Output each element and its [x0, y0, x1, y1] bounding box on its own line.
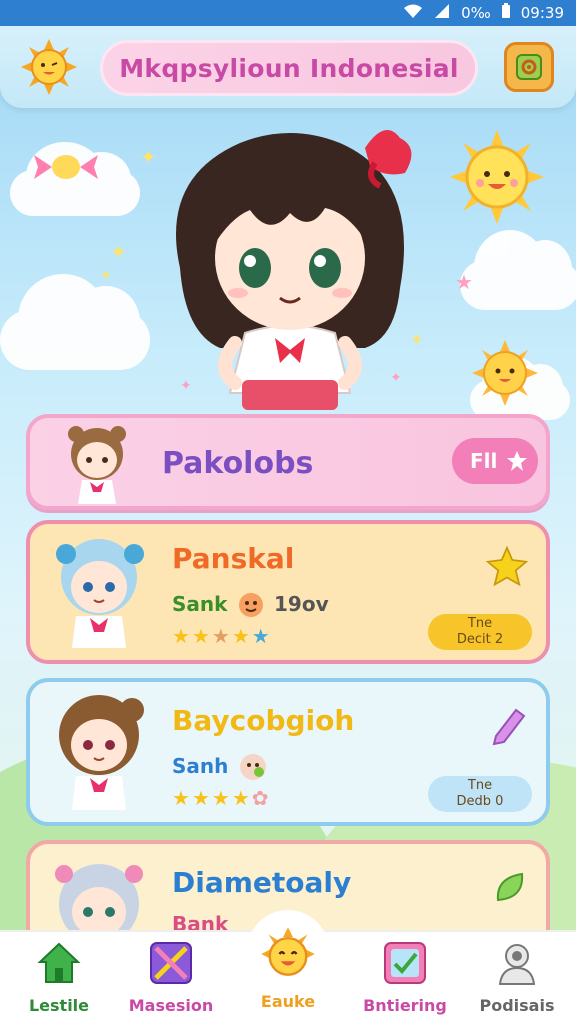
nav-item[interactable]: Lestile — [4, 940, 114, 1020]
face-icon — [240, 754, 266, 780]
wifi-icon — [403, 3, 423, 23]
nav-item[interactable]: Bntiering — [350, 940, 460, 1020]
status-badge: Tne Dedb 0 — [428, 776, 532, 812]
character-card[interactable]: Panskal Sank 19ov ★ ★ ★ ★ ★ Tne Decit 2 — [26, 520, 550, 664]
clock-time: 09:39 — [520, 4, 564, 22]
home-icon — [37, 942, 81, 983]
nav-label: Eauke — [260, 992, 316, 1011]
nav-label: Lestile — [28, 996, 90, 1015]
badge-line2: Dedb 0 — [456, 794, 504, 809]
star-icon: ✿ — [251, 786, 269, 810]
star-icon: ★ — [251, 624, 270, 648]
bottom-navigation: Lestile Masesion Eauke Bntiering Podisai… — [0, 910, 576, 1024]
badge-line1: Tne — [467, 778, 493, 793]
nav-item[interactable]: Masesion — [116, 940, 226, 1020]
featured-card[interactable]: Pakolobs Fll — [26, 414, 550, 510]
nav-item[interactable]: Eauke — [233, 927, 343, 1020]
sun-logo-icon[interactable] — [20, 38, 78, 96]
star-icon: ★ — [191, 624, 210, 648]
star-icon: ★ — [172, 624, 190, 648]
character-card[interactable]: Baycobgioh Sanh ★ ★ ★ ★ ✿ Tne Dedb 0 — [26, 678, 550, 826]
pencil-icon[interactable] — [486, 702, 530, 746]
star-icon — [507, 451, 528, 471]
face-icon — [239, 593, 263, 617]
featured-fill-button[interactable]: Fll — [452, 438, 538, 484]
nav-label: Podisais — [479, 996, 555, 1015]
profile-icon — [498, 944, 536, 985]
star-icon: ★ — [231, 624, 250, 648]
app-header: Mkqpsylioun Indonesial — [0, 26, 576, 108]
rating-stars: ★ ★ ★ ★ ★ — [172, 624, 270, 648]
card-subtitle: Sanh — [172, 754, 229, 778]
app-title: Mkqpsylioun Indonesial — [100, 40, 478, 96]
star-icon: ★ — [191, 786, 210, 810]
status-bar: 0‰ 09:39 — [0, 0, 576, 26]
card-name: Diametoaly — [172, 866, 352, 899]
status-badge: Tne Decit 2 — [428, 614, 532, 650]
hero-character-illustration — [176, 130, 412, 410]
featured-name: Pakolobs — [162, 446, 314, 481]
signal-icon — [433, 3, 451, 23]
star-icon: ★ — [211, 624, 230, 648]
star-icon: ★ — [231, 786, 250, 810]
battery-text: 0‰ — [461, 4, 491, 22]
character-avatar — [56, 539, 144, 648]
star-icon: ★ — [211, 786, 230, 810]
nav-label: Bntiering — [363, 996, 447, 1015]
card-name: Baycobgioh — [172, 704, 355, 737]
star-icon[interactable] — [486, 546, 528, 588]
leaf-icon[interactable] — [490, 868, 530, 908]
star-icon: ★ — [172, 786, 190, 810]
battery-icon — [501, 3, 511, 23]
settings-icon — [516, 54, 542, 80]
sparkle-icon — [150, 942, 192, 984]
card-name: Panskal — [172, 542, 295, 575]
card-meta: 19ov — [274, 592, 329, 616]
badge-line2: Decit 2 — [456, 632, 504, 647]
checklist-icon — [384, 942, 426, 984]
nav-item[interactable]: Podisais — [462, 940, 572, 1020]
fill-button-label: Fll — [470, 449, 498, 473]
character-avatar — [59, 695, 144, 810]
settings-button[interactable] — [504, 42, 554, 92]
sun-face-icon — [261, 927, 315, 976]
rating-stars: ★ ★ ★ ★ ✿ — [172, 786, 269, 810]
featured-avatar — [68, 426, 126, 504]
nav-label: Masesion — [128, 996, 214, 1015]
card-subtitle: Sank — [172, 592, 228, 616]
badge-line1: Tne — [467, 616, 493, 631]
